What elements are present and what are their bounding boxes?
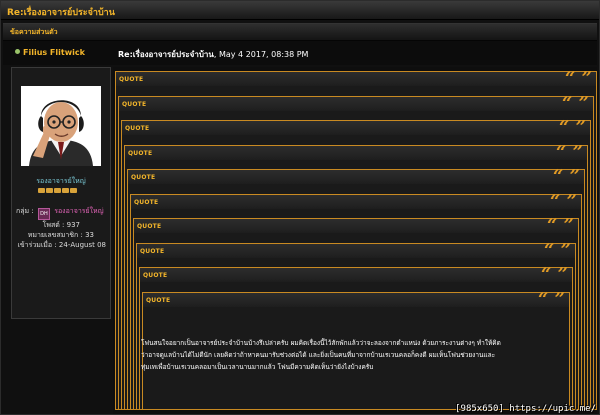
quote-marks-icon: “ ” — [556, 141, 583, 163]
image-watermark: [985x650] https://upic.me/ — [455, 404, 596, 414]
author-avatar[interactable] — [21, 86, 101, 166]
post-author-row: Filius Flitwick Re:เรื่องอาจารย์ประจำบ้า… — [3, 41, 597, 65]
quote-header: QUOTE “ ” — [140, 264, 572, 285]
quote-marks-icon: “ ” — [550, 190, 577, 212]
quote-header: QUOTE “ ” — [119, 92, 593, 114]
post-message: โฟนสนใจอยากเป็นอาจารย์ประจำบ้านบ้างรึเปล… — [141, 339, 501, 371]
quote-header: QUOTE “ ” — [125, 141, 587, 163]
topic-title-bar: Re:เรื่องอาจารย์ประจำบ้าน — [1, 1, 599, 20]
quote-marks-icon: “ ” — [547, 215, 574, 236]
quote-label: QUOTE — [131, 174, 156, 181]
author-group-row: กลุ่ม : DH รองอาจารย์ใหญ่ — [16, 206, 104, 220]
author-name: Filius Flitwick — [23, 48, 85, 57]
rank-star-icon — [54, 188, 61, 193]
section-label: ข้อความส่วนตัว — [10, 28, 58, 36]
quote-label: QUOTE — [137, 223, 162, 230]
forum-window: Re:เรื่องอาจารย์ประจำบ้าน ข้อความส่วนตัว… — [0, 0, 600, 415]
quote-label: QUOTE — [143, 272, 168, 279]
rank-star-icon — [46, 188, 53, 193]
quote-header: QUOTE “ ” — [131, 190, 581, 212]
post-header: Re:เรื่องอาจารย์ประจำบ้าน, May 4 2017, 0… — [118, 48, 308, 61]
quote-marks-icon: “ ” — [562, 92, 589, 114]
quote-marks-icon: “ ” — [541, 264, 568, 285]
rank-star-icon — [38, 188, 45, 193]
quote-label: QUOTE — [122, 100, 147, 108]
quote-header: QUOTE “ ” — [122, 117, 590, 138]
rank-star-icon — [62, 188, 69, 193]
rank-stars — [38, 186, 78, 195]
author-name-link[interactable]: Filius Flitwick — [15, 48, 85, 57]
rank-star-icon — [70, 188, 77, 193]
group-name: รองอาจารย์ใหญ่ — [54, 207, 104, 215]
quote-label: QUOTE — [146, 296, 171, 304]
quote-marks-icon: “ ” — [538, 288, 565, 310]
quote-header: QUOTE “ ” — [128, 166, 584, 187]
quote-label: QUOTE — [134, 198, 159, 206]
quote-marks-icon: “ ” — [565, 68, 592, 89]
quote-header: QUOTE “ ” — [134, 215, 578, 236]
quote-label: QUOTE — [125, 125, 150, 132]
quote-marks-icon: “ ” — [544, 239, 571, 261]
topic-title[interactable]: Re:เรื่องอาจารย์ประจำบ้าน — [7, 5, 115, 19]
group-label: กลุ่ม : — [16, 207, 34, 215]
section-bar: ข้อความส่วนตัว — [3, 23, 597, 41]
quote-header: QUOTE “ ” — [116, 68, 596, 89]
author-profile-panel: รองอาจารย์ใหญ่ กลุ่ม : DH รองอาจารย์ใหญ่… — [11, 67, 111, 319]
post-subject: Re:เรื่องอาจารย์ประจำบ้าน — [118, 50, 214, 59]
quote-header: QUOTE “ ” — [143, 288, 569, 310]
quote-label: QUOTE — [128, 149, 153, 157]
online-status-icon — [15, 49, 20, 54]
quote-marks-icon: “ ” — [559, 117, 586, 138]
quote-header: QUOTE “ ” — [137, 239, 575, 261]
post-date: , May 4 2017, 08:38 PM — [213, 50, 309, 59]
author-joined: เข้าร่วมเมื่อ : 24-August 08 — [17, 241, 107, 249]
group-badge-icon: DH — [37, 208, 50, 220]
quote-label: QUOTE — [140, 247, 165, 255]
post-content-area: QUOTE “ ” QUOTE “ ” QUOTE “ ” QUOTE “ ” QUOTE “ ”… — [113, 67, 597, 414]
quote-label: QUOTE — [119, 76, 144, 83]
quote-marks-icon: “ ” — [553, 166, 580, 187]
